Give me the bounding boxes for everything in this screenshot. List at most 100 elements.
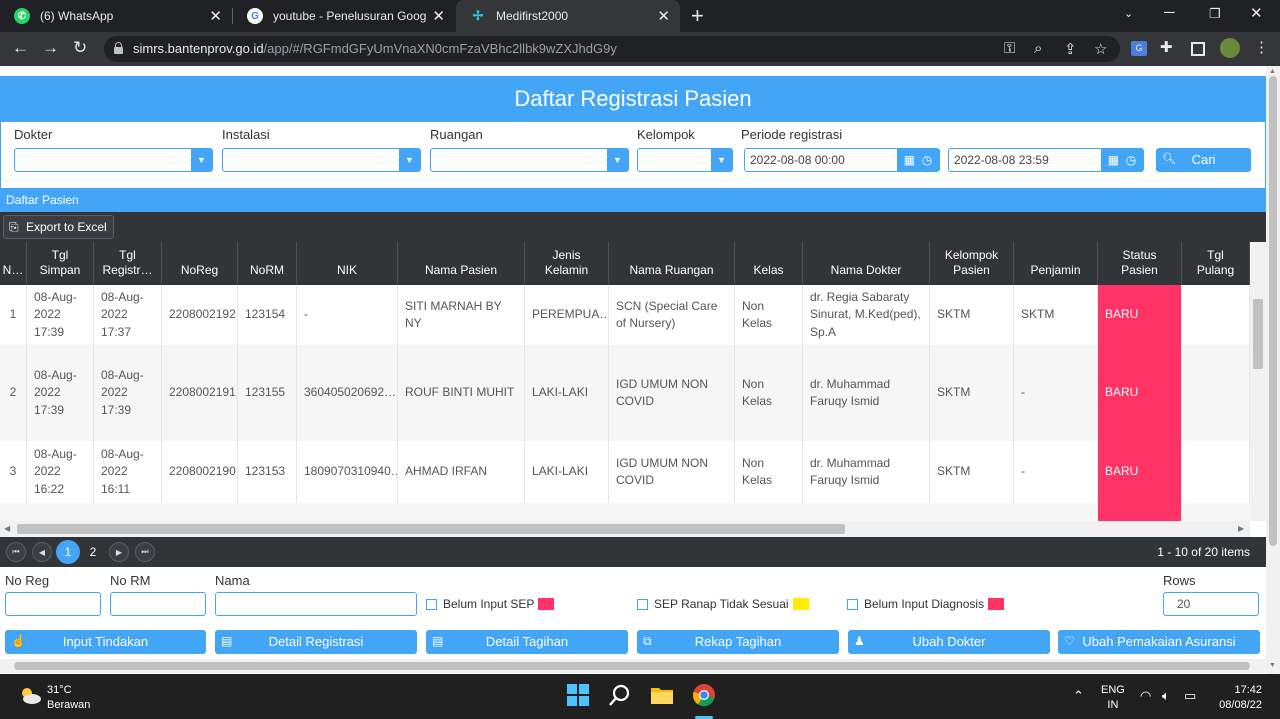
tab-medifirst[interactable]: ✢ Medifirst2000 ✕ <box>456 0 680 32</box>
col-header-nik[interactable]: NIK <box>297 242 398 285</box>
sep-ranap-tidak-sesuai-checkbox[interactable]: SEP Ranap Tidak Sesuai <box>637 597 809 611</box>
norm-input[interactable] <box>110 592 206 616</box>
zoom-icon[interactable]: ⌕ <box>1034 40 1042 57</box>
tab-whatsapp[interactable]: ✆ (6) WhatsApp ✕ <box>0 0 232 32</box>
windows-start-icon[interactable] <box>566 683 590 707</box>
scroll-down-icon[interactable]: ▼ <box>1269 662 1276 669</box>
table-row[interactable]: 1 08-Aug-2022 17:39 08-Aug-2022 17:37 22… <box>0 285 1250 345</box>
last-page-icon[interactable]: ⏭ <box>135 542 155 562</box>
page-number[interactable]: 1 <box>56 540 80 564</box>
search-button[interactable]: 🔍︎ Cari <box>1156 148 1251 172</box>
share-icon[interactable]: ⇪ <box>1064 40 1077 58</box>
grid-vertical-scrollbar[interactable] <box>1250 242 1266 521</box>
wifi-icon[interactable]: ◠ <box>1140 688 1151 704</box>
col-header-kelas[interactable]: Kelas <box>735 242 803 285</box>
address-bar[interactable]: simrs.bantenprov.go.id/app/#/RGFmdGFyUmV… <box>104 36 1120 62</box>
clock-icon[interactable]: ◷ <box>1126 153 1136 167</box>
col-header-noreg[interactable]: NoReg <box>162 242 238 285</box>
scroll-thumb[interactable] <box>14 662 1250 670</box>
scroll-thumb[interactable] <box>1253 299 1263 369</box>
close-icon[interactable]: ✕ <box>209 7 222 25</box>
col-header-nama-pasien[interactable]: Nama Pasien <box>398 242 525 285</box>
detail-tagihan-button[interactable]: ▤ Detail Tagihan <box>426 630 628 654</box>
rows-input[interactable]: 20 <box>1163 592 1259 616</box>
col-header-jenis-kelamin[interactable]: Jenis Kelamin <box>525 242 609 285</box>
language-indicator[interactable]: ENG IN <box>1101 683 1125 713</box>
scroll-up-icon[interactable]: ▲ <box>1269 68 1276 75</box>
tab-google-search[interactable]: G youtube - Penelusuran Google ✕ <box>233 0 455 32</box>
menu-kebab-icon[interactable]: ⋮ <box>1254 38 1269 56</box>
ubah-pemakaian-asuransi-button[interactable]: ♡ Ubah Pemakaian Asuransi <box>1058 630 1260 654</box>
calendar-icon[interactable]: ▦ <box>1108 153 1119 167</box>
col-header-nama-ruangan[interactable]: Nama Ruangan <box>609 242 735 285</box>
reload-icon[interactable]: ↻ <box>73 38 87 58</box>
next-page-icon[interactable]: ▶ <box>109 542 129 562</box>
scroll-left-icon[interactable]: ◀ <box>4 524 10 533</box>
chrome-icon[interactable] <box>692 683 716 707</box>
calendar-icon[interactable]: ▦ <box>904 153 915 167</box>
export-excel-button[interactable]: ⎘ Export to Excel <box>3 215 114 239</box>
prev-page-icon[interactable]: ◀ <box>32 542 52 562</box>
checkbox[interactable] <box>426 598 437 610</box>
col-header-status-pasien[interactable]: Status Pasien <box>1098 242 1182 285</box>
translate-extension-icon[interactable]: G <box>1131 41 1147 56</box>
input-tindakan-button[interactable]: ☝ Input Tindakan <box>5 630 206 654</box>
col-header-nama-dokter[interactable]: Nama Dokter <box>803 242 930 285</box>
page-horizontal-scrollbar[interactable] <box>0 659 1266 673</box>
system-clock[interactable]: 17:42 08/08/22 <box>1206 683 1262 713</box>
profile-avatar[interactable] <box>1220 38 1240 58</box>
col-header-tgl-pulang[interactable]: Tgl Pulang <box>1182 242 1250 285</box>
belum-input-diagnosis-checkbox[interactable]: Belum Input Diagnosis <box>847 597 1005 611</box>
checkbox[interactable] <box>847 598 858 610</box>
forward-icon[interactable]: → <box>42 38 59 58</box>
col-header-no[interactable]: N… <box>0 242 27 285</box>
instalasi-dropdown[interactable]: ▼ <box>222 148 421 172</box>
dokter-dropdown[interactable]: ▼ <box>14 148 213 172</box>
table-row[interactable] <box>0 503 1250 521</box>
side-panel-icon[interactable] <box>1191 42 1205 56</box>
table-row[interactable]: 3 08-Aug-2022 16:22 08-Aug-2022 16:11 22… <box>0 441 1250 503</box>
nama-input[interactable] <box>215 592 417 616</box>
date-from-picker[interactable]: 2022-08-08 00:00 ▦ ◷ <box>744 148 940 172</box>
window-close-icon[interactable]: ✕ <box>1250 4 1263 22</box>
kelompok-dropdown[interactable]: ▼ <box>637 148 733 172</box>
table-row[interactable]: 2 08-Aug-2022 17:39 08-Aug-2022 17:39 22… <box>0 345 1250 441</box>
grid-horizontal-scrollbar[interactable]: ◀ ▶ <box>0 521 1250 537</box>
ruangan-dropdown[interactable]: ▼ <box>430 148 629 172</box>
page-vertical-scrollbar[interactable]: ▲ ▼ <box>1266 66 1280 674</box>
restore-icon[interactable]: ❐ <box>1209 6 1221 22</box>
scroll-thumb[interactable] <box>17 524 845 534</box>
col-header-tgl-simpan[interactable]: Tgl Simpan <box>27 242 94 285</box>
tab-search-icon[interactable]: ⌄ <box>1124 7 1133 20</box>
clock-icon[interactable]: ◷ <box>922 153 932 167</box>
scroll-thumb[interactable] <box>1269 76 1277 546</box>
close-icon[interactable]: ✕ <box>432 7 445 25</box>
filter-panel: Dokter ▼ Instalasi ▼ Ruangan ▼ Kelompok … <box>0 122 1266 188</box>
back-icon[interactable]: ← <box>12 38 29 58</box>
ubah-dokter-button[interactable]: ♟ Ubah Dokter <box>848 630 1050 654</box>
file-explorer-icon[interactable] <box>650 683 674 707</box>
noreg-input[interactable] <box>5 592 101 616</box>
scroll-right-icon[interactable]: ▶ <box>1238 524 1244 533</box>
belum-input-sep-checkbox[interactable]: Belum Input SEP <box>426 597 555 611</box>
minimize-icon[interactable]: ─ <box>1164 4 1175 21</box>
volume-icon[interactable]: 🔈︎ <box>1162 688 1170 704</box>
first-page-icon[interactable]: ⏮ <box>6 542 26 562</box>
date-to-picker[interactable]: 2022-08-08 23:59 ▦ ◷ <box>948 148 1144 172</box>
close-icon[interactable]: ✕ <box>657 7 670 25</box>
page-number[interactable]: 2 <box>81 540 105 564</box>
col-header-tgl-registrasi[interactable]: Tgl Registr… <box>94 242 162 285</box>
rekap-tagihan-button[interactable]: ⧉ Rekap Tagihan <box>637 630 839 654</box>
col-header-norm[interactable]: NoRM <box>238 242 297 285</box>
checkbox[interactable] <box>637 598 648 610</box>
chevron-up-icon[interactable]: ⌃ <box>1073 688 1084 704</box>
col-header-penjamin[interactable]: Penjamin <box>1014 242 1098 285</box>
col-header-kelompok-pasien[interactable]: Kelompok Pasien <box>930 242 1014 285</box>
key-icon[interactable]: ⚿ <box>1004 40 1015 57</box>
detail-registrasi-button[interactable]: ▤ Detail Registrasi <box>215 630 417 654</box>
battery-icon[interactable]: ▭ <box>1184 688 1196 704</box>
bookmark-star-icon[interactable]: ☆ <box>1094 40 1107 58</box>
search-icon[interactable] <box>608 683 632 707</box>
new-tab-icon[interactable]: + <box>691 3 704 29</box>
extensions-puzzle-icon[interactable]: ✚ <box>1160 38 1173 56</box>
